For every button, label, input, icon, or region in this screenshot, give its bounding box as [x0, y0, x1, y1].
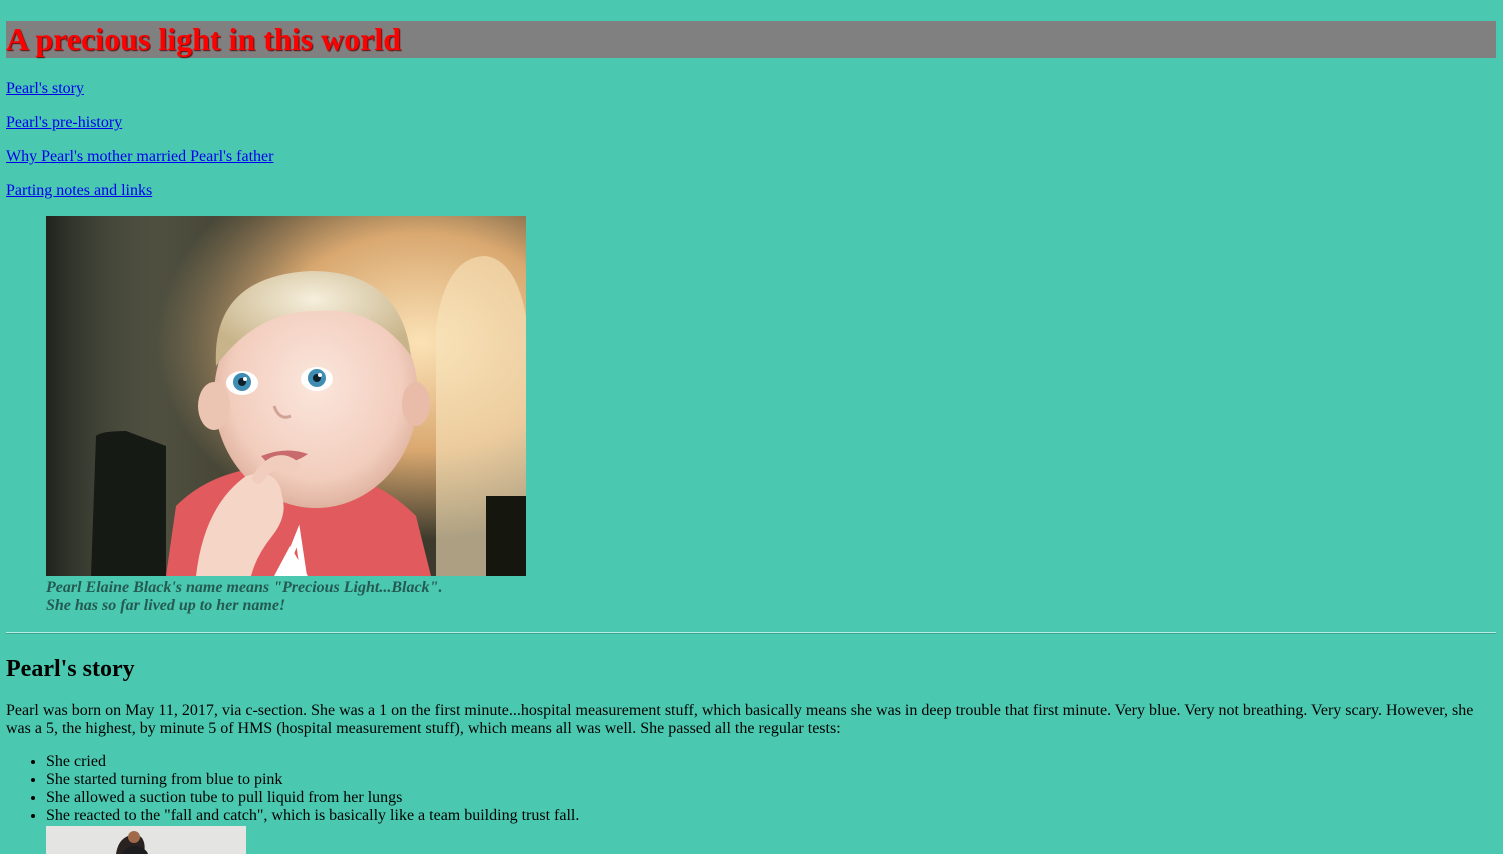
section-heading-pearls-story: Pearl's story	[6, 656, 135, 682]
list-item: She reacted to the "fall and catch", whi…	[46, 807, 579, 825]
hero-figure: Pearl Elaine Black's name means "Preciou…	[46, 216, 526, 615]
second-photo-image	[46, 826, 246, 854]
list-item: She started turning from blue to pink	[46, 771, 579, 789]
nav-link-pearls-pre-history[interactable]: Pearl's pre-history	[6, 114, 122, 132]
page-title: A precious light in this world	[6, 21, 1496, 58]
caption-line-2: She has so far lived up to her name!	[46, 597, 286, 614]
tests-list: She cried She started turning from blue …	[6, 753, 579, 825]
second-photo	[46, 826, 246, 854]
story-paragraph: Pearl was born on May 11, 2017, via c-se…	[6, 702, 1474, 737]
photo-caption: Pearl Elaine Black's name means "Preciou…	[46, 579, 526, 615]
list-item: She allowed a suction tube to pull liqui…	[46, 789, 579, 807]
baby-photo	[46, 216, 526, 576]
list-item: She cried	[46, 753, 579, 771]
nav-link-parting-notes[interactable]: Parting notes and links	[6, 182, 152, 200]
caption-line-1: Pearl Elaine Black's name means "Preciou…	[46, 579, 443, 596]
nav-link-pearls-story[interactable]: Pearl's story	[6, 80, 84, 98]
section-divider	[6, 632, 1496, 634]
nav-link-why-mother-married-father[interactable]: Why Pearl's mother married Pearl's fathe…	[6, 148, 273, 166]
